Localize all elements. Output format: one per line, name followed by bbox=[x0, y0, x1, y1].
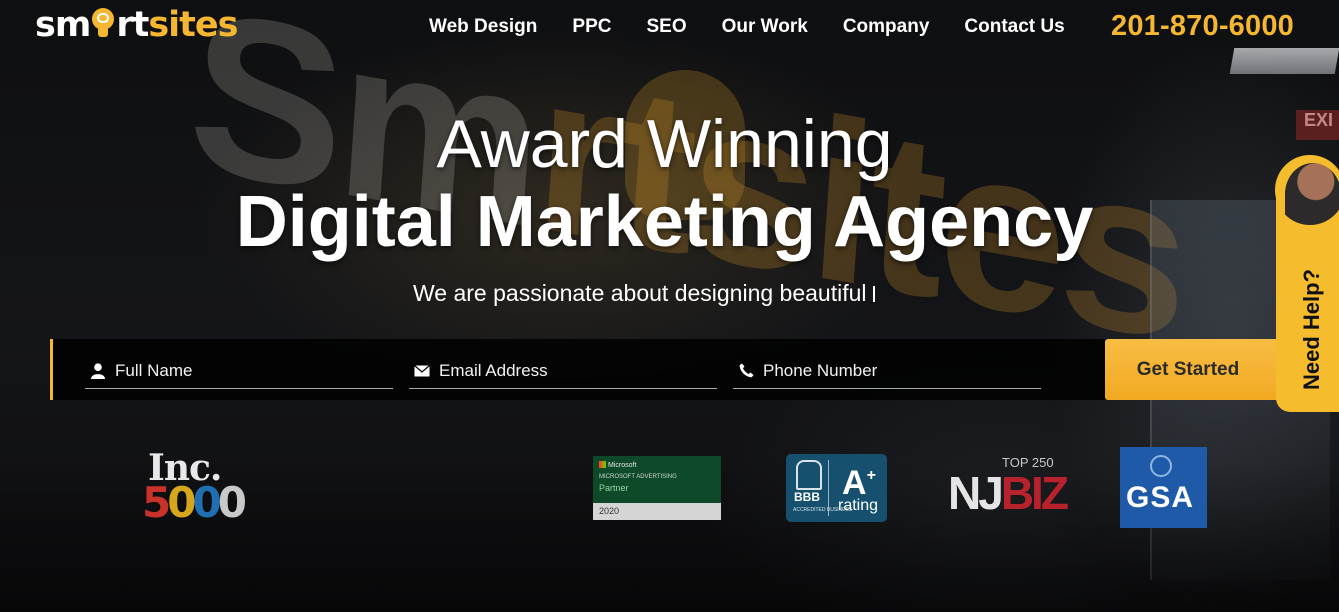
tagline-text: We are passionate about designing beauti… bbox=[413, 280, 867, 306]
email-input[interactable] bbox=[439, 360, 709, 381]
bbb-grade: A+ bbox=[842, 464, 876, 502]
phone-field-wrapper bbox=[733, 353, 1041, 389]
gsa-logo: GSA bbox=[1120, 447, 1207, 528]
bbb-torch-icon bbox=[796, 460, 822, 490]
logo-text-rt: rt bbox=[116, 5, 149, 45]
njbiz-nj: NJ bbox=[948, 467, 1004, 519]
phone-input[interactable] bbox=[763, 360, 1033, 381]
njbiz-biz: BIZ bbox=[1000, 467, 1069, 519]
logo-text-sites: sites bbox=[148, 5, 238, 45]
inc-digit-0a: 0 bbox=[167, 478, 196, 527]
support-agent-avatar[interactable] bbox=[1275, 155, 1339, 225]
email-field-wrapper bbox=[409, 353, 717, 389]
nav-company[interactable]: Company bbox=[843, 16, 930, 38]
bbb-mark: BBB bbox=[794, 490, 820, 504]
nav-contact-us[interactable]: Contact Us bbox=[964, 16, 1064, 38]
bbb-rating: rating bbox=[838, 497, 879, 514]
inc-digit-0c: 0 bbox=[217, 478, 247, 527]
nav-our-work[interactable]: Our Work bbox=[722, 16, 808, 38]
site-header: sm rt sites Web Design PPC SEO Our Work … bbox=[0, 0, 1339, 56]
bbb-a-plus-badge: BBB ACCREDITED BUSINESS A+ rating bbox=[786, 454, 887, 522]
inc-digit-0b: 0 bbox=[192, 478, 221, 527]
microsoft-advertising-partner-badge: Microsoft MICROSOFT ADVERTISING Partner … bbox=[593, 456, 721, 520]
typing-caret bbox=[872, 286, 875, 302]
ms-year: 2020 bbox=[593, 503, 721, 520]
gsa-text: GSA bbox=[1126, 481, 1195, 514]
headline-digital-marketing-agency: Digital Marketing Agency bbox=[235, 182, 1094, 262]
full-name-field-wrapper bbox=[85, 353, 393, 389]
main-nav: Web Design PPC SEO Our Work Company Cont… bbox=[429, 16, 1100, 38]
nav-ppc[interactable]: PPC bbox=[572, 16, 611, 38]
get-started-button[interactable]: Get Started bbox=[1105, 339, 1285, 400]
headline-award-winning: Award Winning bbox=[436, 106, 893, 182]
phone-link[interactable]: 201-870-6000 bbox=[1111, 10, 1294, 43]
need-help-label[interactable]: Need Help? bbox=[1299, 269, 1325, 390]
nav-web-design[interactable]: Web Design bbox=[429, 16, 537, 38]
inc-5000-logo: Inc. 5000 bbox=[142, 450, 252, 530]
inc-digit-5: 5 bbox=[142, 478, 171, 527]
full-name-input[interactable] bbox=[115, 360, 385, 381]
logo-text-sm: sm bbox=[35, 5, 91, 45]
ms-tier: Partner bbox=[599, 483, 629, 493]
inc-5000-text: 5000 bbox=[142, 478, 247, 527]
microsoft-icon bbox=[599, 461, 606, 468]
gsa-star-icon bbox=[1150, 455, 1172, 477]
njbiz-top-250-logo: TOP 250 NJBIZ bbox=[948, 455, 1069, 521]
site-logo[interactable]: sm rt sites bbox=[35, 4, 238, 46]
typing-tagline: We are passionate about designing beauti… bbox=[413, 280, 875, 307]
lightbulb-icon bbox=[91, 8, 115, 38]
envelope-icon bbox=[412, 361, 432, 381]
ms-brand: Microsoft bbox=[608, 462, 637, 469]
nav-seo[interactable]: SEO bbox=[646, 16, 686, 38]
phone-icon bbox=[736, 361, 756, 381]
ms-program: MICROSOFT ADVERTISING bbox=[599, 474, 677, 480]
user-icon bbox=[88, 361, 108, 381]
lead-form bbox=[50, 339, 1106, 400]
